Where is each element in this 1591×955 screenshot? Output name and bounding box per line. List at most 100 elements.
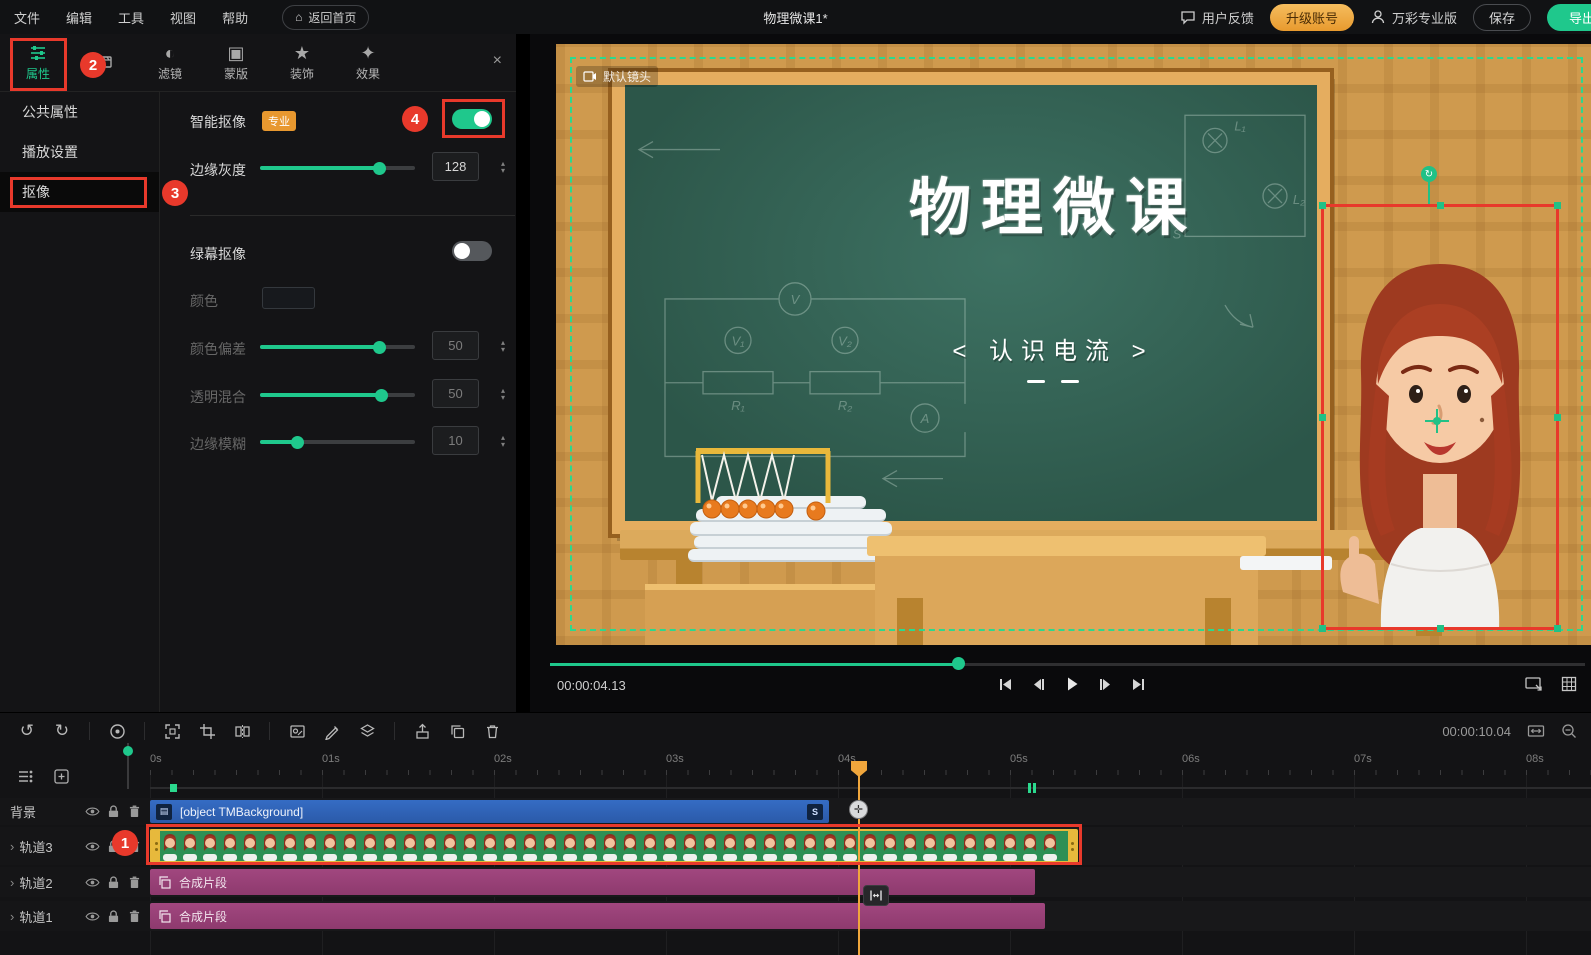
spinner-down-icon[interactable]: ▾ [501, 167, 505, 174]
record-marker-button[interactable] [104, 718, 130, 744]
seek-bar[interactable] [550, 663, 1585, 666]
seek-knob[interactable] [952, 657, 965, 670]
slider-knob[interactable] [291, 436, 304, 449]
start-marker[interactable] [170, 784, 177, 792]
marker-row[interactable] [150, 782, 1591, 794]
clip-drag-anchor-icon[interactable]: ✛ [849, 800, 868, 819]
tab-effect[interactable]: ✦ 效果 [342, 44, 394, 82]
skip-start-icon[interactable] [998, 677, 1013, 692]
menu-edit[interactable]: 编辑 [66, 8, 92, 27]
layers-button[interactable] [354, 718, 380, 744]
clip-trim-handle-right[interactable] [1068, 831, 1076, 861]
spinner-down-icon[interactable]: ▾ [501, 346, 505, 353]
smart-keying-toggle[interactable] [452, 109, 492, 129]
edge-blur-value[interactable]: 10 [432, 426, 479, 455]
delete-track-icon[interactable] [126, 910, 142, 923]
menu-file[interactable]: 文件 [14, 8, 40, 27]
preview-canvas[interactable]: VV₁V₂ R₁R₂A L₁L₂S 物理微课 < 认识电流 > [556, 44, 1591, 645]
edge-blur-slider[interactable] [260, 440, 415, 444]
lock-icon[interactable] [105, 876, 121, 889]
edge-gray-slider[interactable] [260, 166, 415, 170]
expand-chevron-icon[interactable]: › [10, 875, 14, 890]
color-offset-spinner[interactable]: ▴▾ [496, 331, 510, 360]
spinner-down-icon[interactable]: ▾ [501, 441, 505, 448]
track-header-background[interactable]: 背景 [0, 798, 150, 825]
fit-timeline-icon[interactable] [1527, 723, 1545, 739]
delete-track-icon[interactable] [126, 876, 142, 889]
color-offset-slider[interactable] [260, 345, 415, 349]
tab-mask[interactable]: ▣ 蒙版 [210, 44, 262, 82]
track-header-1[interactable]: › 轨道1 [0, 901, 150, 931]
track-manager-icon[interactable] [14, 765, 36, 787]
expand-chevron-icon[interactable]: › [10, 909, 14, 924]
slider-knob[interactable] [373, 341, 386, 354]
lock-icon[interactable] [105, 910, 121, 923]
fit-selection-button[interactable] [159, 718, 185, 744]
visibility-icon[interactable] [84, 806, 100, 817]
alpha-blend-value[interactable]: 50 [432, 379, 479, 408]
slider-knob[interactable] [375, 389, 388, 402]
color-offset-value[interactable]: 50 [432, 331, 479, 360]
edge-gray-spinner[interactable]: ▴▾ [496, 152, 510, 181]
track-header-2[interactable]: › 轨道2 [0, 867, 150, 897]
background-clip[interactable]: ▤ [object TMBackground] S [150, 800, 829, 823]
alpha-blend-spinner[interactable]: ▴▾ [496, 379, 510, 408]
close-panel-icon[interactable]: × [493, 52, 502, 70]
edit-button[interactable] [319, 718, 345, 744]
expand-chevron-icon[interactable]: › [10, 839, 14, 854]
color-swatch[interactable] [262, 287, 315, 309]
spinner-down-icon[interactable]: ▾ [501, 394, 505, 401]
snapshot-icon[interactable] [1525, 676, 1543, 692]
sidebar-item-keying[interactable]: 抠像 [0, 172, 159, 212]
sidebar-item-common-props[interactable]: 公共属性 [0, 92, 159, 132]
undo-button[interactable]: ↺ [14, 718, 40, 744]
export-frame-button[interactable] [409, 718, 435, 744]
save-button[interactable]: 保存 [1473, 4, 1531, 31]
copy-button[interactable] [444, 718, 470, 744]
zoom-slider-knob[interactable] [123, 746, 133, 756]
slider-knob[interactable] [373, 162, 386, 175]
split-button[interactable] [229, 718, 255, 744]
menu-view[interactable]: 视图 [170, 8, 196, 27]
zoom-out-icon[interactable] [1561, 723, 1577, 739]
timeline-ruler[interactable]: 0s01s02s03s04s05s06s07s08s [150, 753, 1591, 775]
redo-button[interactable]: ↻ [49, 718, 75, 744]
prev-frame-icon[interactable] [1031, 677, 1046, 692]
account-button[interactable]: 万彩专业版 [1370, 8, 1457, 27]
menu-tools[interactable]: 工具 [118, 8, 144, 27]
avatar-video-clip[interactable] [150, 829, 1078, 863]
composite-clip[interactable]: 合成片段 [150, 869, 1035, 895]
edge-blur-spinner[interactable]: ▴▾ [496, 426, 510, 455]
back-home-button[interactable]: ⌂ 返回首页 [282, 5, 369, 30]
visibility-icon[interactable] [84, 911, 100, 922]
menu-help[interactable]: 帮助 [222, 8, 248, 27]
alpha-blend-slider[interactable] [260, 393, 415, 397]
sidebar-item-playback-settings[interactable]: 播放设置 [0, 132, 159, 172]
feedback-button[interactable]: 用户反馈 [1180, 8, 1254, 27]
selection-center-handle[interactable] [1425, 409, 1449, 433]
composite-clip[interactable]: 合成片段 [150, 903, 1045, 929]
keying-tool-button[interactable] [284, 718, 310, 744]
play-icon[interactable] [1064, 676, 1080, 692]
rotate-handle[interactable]: ↻ [1421, 166, 1437, 182]
clip-trim-handle-left[interactable] [152, 831, 160, 861]
tab-filter[interactable]: ◐ 滤镜 [144, 44, 196, 82]
visibility-icon[interactable] [84, 877, 100, 888]
export-button[interactable]: 导出 [1547, 4, 1591, 31]
edge-gray-value[interactable]: 128 [432, 152, 479, 181]
visibility-icon[interactable] [84, 841, 100, 852]
grid-view-icon[interactable] [1561, 676, 1577, 692]
green-screen-toggle[interactable] [452, 241, 492, 261]
pause-marker[interactable] [1028, 783, 1036, 793]
tab-decorate[interactable]: ★ 装饰 [276, 44, 328, 82]
tab-properties[interactable]: 属性 [12, 44, 64, 82]
delete-track-icon[interactable] [126, 805, 142, 818]
upgrade-button[interactable]: 升级账号 [1270, 4, 1354, 31]
skip-end-icon[interactable] [1131, 677, 1146, 692]
timeline-zoom-slider[interactable] [127, 743, 129, 789]
add-track-icon[interactable] [50, 765, 72, 787]
lock-icon[interactable] [105, 805, 121, 818]
delete-button[interactable] [479, 718, 505, 744]
next-frame-icon[interactable] [1098, 677, 1113, 692]
crop-button[interactable] [194, 718, 220, 744]
